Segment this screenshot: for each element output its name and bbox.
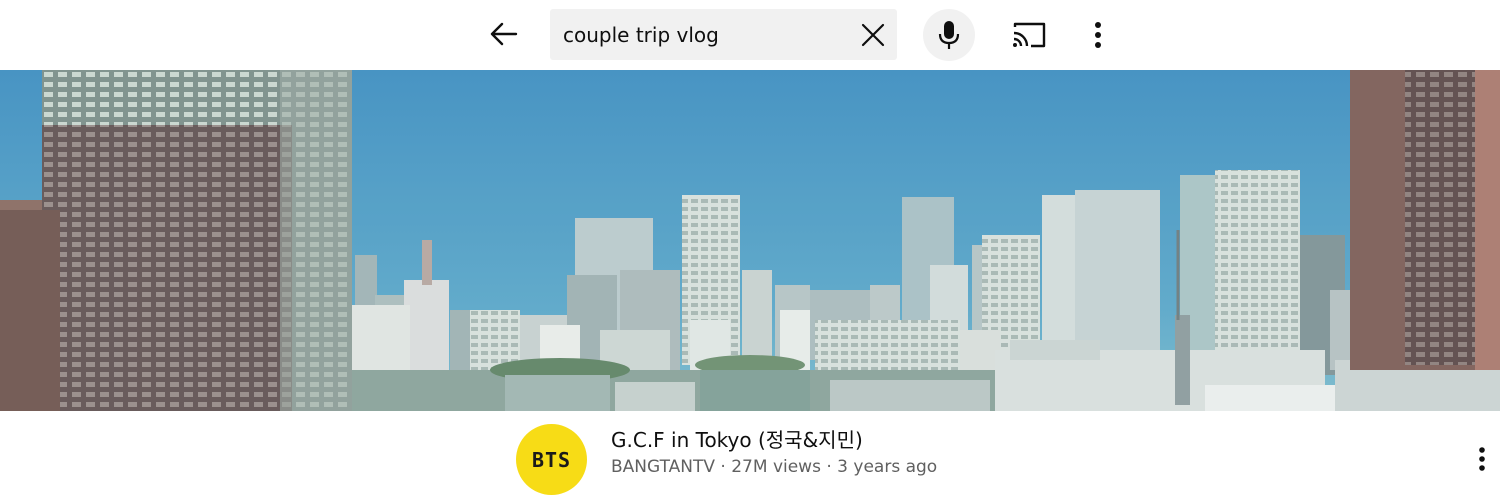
- search-box: [550, 9, 897, 60]
- video-thumbnail[interactable]: [0, 70, 1500, 411]
- separator: ·: [826, 457, 832, 477]
- back-button[interactable]: [484, 14, 524, 54]
- channel-avatar[interactable]: BTS: [516, 424, 587, 495]
- video-meta-row: BTS G.C.F in Tokyo (정국&지민) BANGTANTV · 2…: [0, 411, 1500, 500]
- search-input[interactable]: [550, 9, 840, 60]
- close-icon: [861, 23, 885, 47]
- channel-name[interactable]: BANGTANTV: [611, 457, 715, 477]
- search-header: [0, 0, 1500, 70]
- arrow-left-icon: [490, 22, 518, 46]
- cast-button[interactable]: [1008, 14, 1050, 56]
- video-title[interactable]: G.C.F in Tokyo (정국&지민): [611, 424, 863, 453]
- video-subtitle: BANGTANTV · 27M views · 3 years ago: [611, 457, 937, 477]
- cast-icon: [1013, 22, 1046, 48]
- more-vert-icon: [1479, 447, 1485, 471]
- view-count: 27M views: [731, 457, 821, 477]
- separator: ·: [720, 457, 726, 477]
- more-vert-icon: [1095, 22, 1101, 48]
- avatar-text: BTS: [531, 447, 572, 472]
- upload-age: 3 years ago: [837, 457, 938, 477]
- city-skyline-image: [0, 70, 1500, 411]
- voice-search-button[interactable]: [923, 9, 975, 61]
- video-more-button[interactable]: [1468, 439, 1496, 479]
- more-options-button[interactable]: [1083, 14, 1113, 56]
- microphone-icon: [938, 21, 960, 49]
- clear-search-button[interactable]: [853, 15, 893, 55]
